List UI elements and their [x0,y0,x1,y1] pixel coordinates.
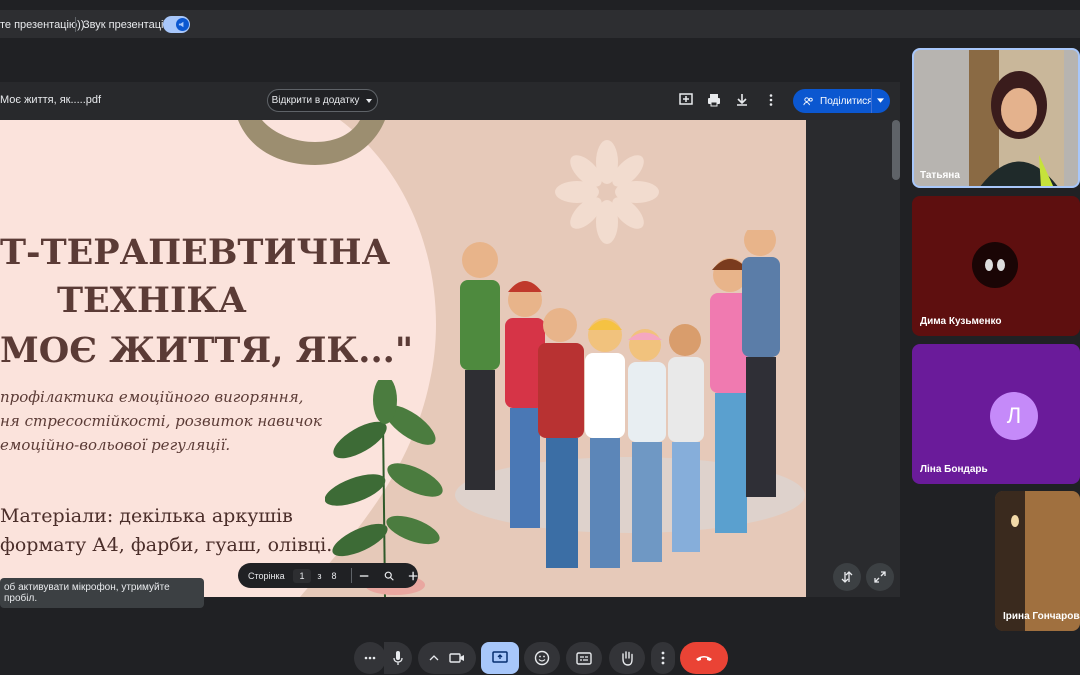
participant-tile[interactable]: Татьяна [912,48,1080,188]
participant-video [969,50,1064,186]
slide-title-line-3: МОЄ ЖИТТЯ, ЯК..." [0,330,414,371]
camera-icon [449,653,464,663]
share-label: Поділитися [820,95,873,107]
teenagers-illustration [460,230,780,568]
more-vert-icon[interactable] [763,92,779,108]
mic-hint-tooltip: об активувати мікрофон, утримуйте пробіл… [0,578,204,608]
leave-call-button[interactable] [680,642,728,674]
camera-button[interactable] [418,642,476,674]
search-icon[interactable] [384,570,394,582]
open-with-button[interactable]: Відкрити в додатку [267,89,378,112]
page-navigator: Сторінка 1 з 8 [238,563,418,588]
swap-icon [841,571,853,583]
slide-description-line-1: профілактика емоційного вигоряння, [0,388,304,406]
zoom-in-icon[interactable] [408,570,418,582]
participant-tile[interactable]: Л Ліна Бондарь [912,344,1080,484]
participant-name: Ірина Гончарова [1003,611,1080,622]
page-number-input[interactable]: 1 [292,568,312,583]
hand-icon [622,651,633,666]
reactions-button[interactable] [524,642,560,674]
share-button[interactable]: Поділитися [793,89,890,113]
people-icon [803,96,813,105]
microphone-icon [393,651,403,665]
open-with-label: Відкрити в додатку [271,95,360,106]
present-screen-icon [492,651,508,663]
more-actions-button[interactable] [651,642,675,674]
present-button[interactable] [481,642,519,674]
divider [75,17,76,32]
divider [350,568,352,583]
zoom-out-icon[interactable] [359,570,369,582]
download-icon[interactable] [734,92,750,108]
microphone-button[interactable] [384,642,412,674]
page-of-label: з [317,570,322,581]
participant-name: Дима Кузьменко [920,316,1002,327]
speaker-icon [176,18,189,31]
mic-hint-text: об активувати мікрофон, утримуйте пробіл… [4,582,170,604]
raise-hand-button[interactable] [609,642,645,674]
add-comment-icon[interactable] [678,92,694,108]
avatar [972,242,1018,288]
slide: Т-ТЕРАПЕВТИЧНА ТЕХНІКА МОЄ ЖИТТЯ, ЯК..."… [0,120,806,597]
participant-tile[interactable]: Дима Кузьменко [912,196,1080,336]
page-total: 8 [331,570,337,581]
slide-description-line-3: емоційно-вольової регуляції. [0,436,231,454]
participant-video [995,491,1080,631]
pdf-side-panel [806,120,900,597]
expand-icon [874,571,886,583]
sound-label: Звук презентації [83,19,167,31]
slide-title-line-1: Т-ТЕРАПЕВТИЧНА [0,232,391,273]
swap-layout-button[interactable] [833,563,861,591]
emoji-icon [534,650,550,666]
page-label: Сторінка [248,570,285,581]
pdf-filename: Моє життя, як.....pdf [0,94,102,106]
slide-description-line-2: ня стресостійкості, розвиток навичок [0,412,322,430]
slide-materials-line-2: формату А4, фарби, гуаш, олівці. [0,534,333,556]
hang-up-icon [696,656,712,661]
slide-materials-line-1: Матеріали: декілька аркушів [0,505,293,527]
more-vert-icon [661,651,665,665]
captions-button[interactable] [566,642,602,674]
fullscreen-button[interactable] [866,563,894,591]
caret-down-icon [366,98,373,103]
participant-tile[interactable]: Ірина Гончарова [995,491,1080,631]
scrollbar[interactable] [892,120,900,180]
participant-name: Татьяна [920,170,960,181]
chevron-up-icon [429,655,439,661]
more-options-button[interactable] [354,642,386,674]
captions-icon [576,651,592,665]
participant-name: Ліна Бондарь [920,464,988,475]
presentation-label: те презентацію)) [0,19,85,31]
avatar: Л [990,392,1038,440]
share-caret-icon[interactable] [877,98,884,104]
more-horiz-icon [364,656,376,660]
print-icon[interactable] [706,92,722,108]
slide-title-line-2: ТЕХНІКА [57,280,247,321]
